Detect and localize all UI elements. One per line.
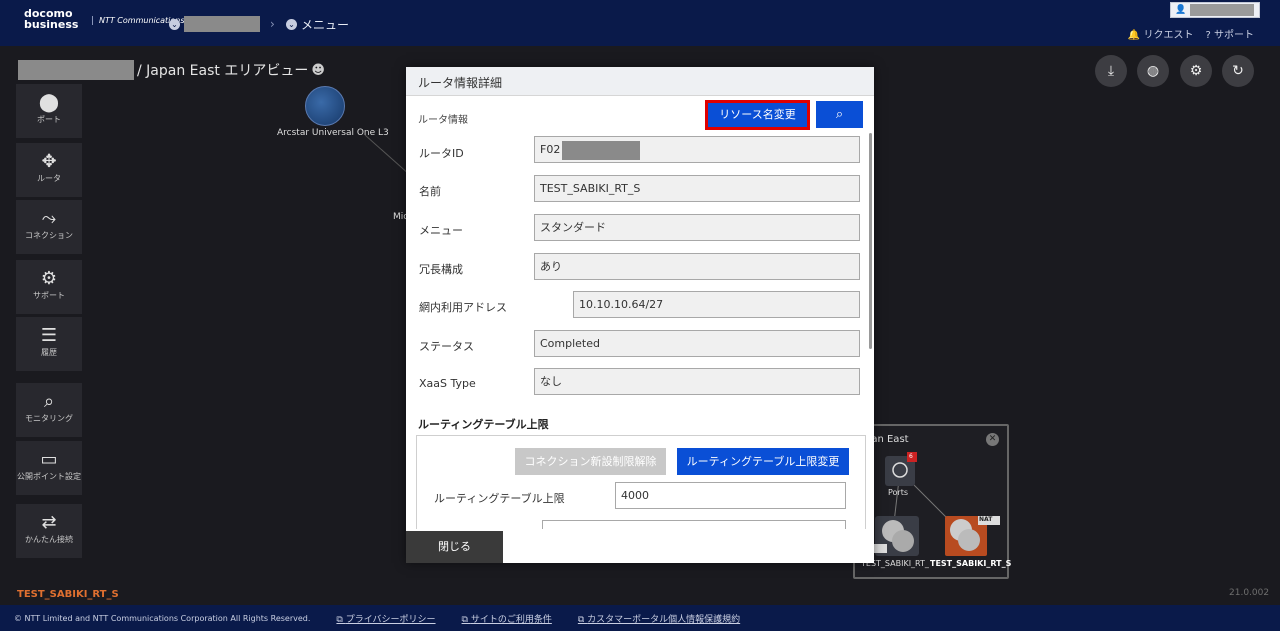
selected-router-label: TEST_SABIKI_RT_S xyxy=(17,589,119,600)
status-field: Completed xyxy=(534,330,860,357)
release-connection-limit-button[interactable]: コネクション新設制限解除 xyxy=(515,448,666,475)
minimap-router-label: TEST_SABIKI_RT_S xyxy=(930,559,1012,568)
dialog-scrollbar[interactable] xyxy=(869,133,872,349)
privacy-policy-link[interactable]: ⧉ プライバシーポリシー xyxy=(336,612,435,625)
monitoring-icon: ⌕ xyxy=(835,107,844,122)
terms-link[interactable]: ⧉ サイトのご利用条件 xyxy=(462,612,552,625)
node-label: Arcstar Universal One L3 xyxy=(277,128,389,138)
change-routing-limit-button[interactable]: ルーティングテーブル上限変更 xyxy=(677,448,849,475)
routing-table-section-title: ルーティングテーブル上限 xyxy=(418,418,549,431)
minimap-ports-label: Ports xyxy=(888,488,909,497)
routing-limit-label: ルーティングテーブル上限 xyxy=(434,492,565,505)
menu-field: スタンダード xyxy=(534,214,860,241)
close-button[interactable]: 閉じる xyxy=(406,531,503,563)
section-label: ルータ情報 xyxy=(418,115,468,126)
redundancy-field: あり xyxy=(534,253,860,280)
next-field[interactable] xyxy=(542,520,846,529)
dialog-title: ルータ情報詳細 xyxy=(406,67,874,96)
masked-router-id xyxy=(562,140,641,160)
minimap-panel[interactable]: pan East ✕ 6 Ports NAT TEST_SABIKI_RT_ T… xyxy=(853,424,1012,579)
arcstar-universal-one-node[interactable] xyxy=(305,86,345,126)
rename-resource-button[interactable]: リソース名変更 xyxy=(705,100,810,130)
dialog-body[interactable]: ルータ情報 リソース名変更 ⌕ ルータID F02 名前 TEST_SABIKI… xyxy=(406,97,874,529)
router-detail-dialog: ルータ情報詳細 ルータ情報 リソース名変更 ⌕ ルータID F02 名前 TES… xyxy=(406,67,874,563)
routing-limit-field[interactable]: 4000 xyxy=(615,482,846,509)
name-field: TEST_SABIKI_RT_S xyxy=(534,175,860,202)
customer-privacy-link[interactable]: ⧉ カスタマーポータル個人情報保護規約 xyxy=(578,612,740,625)
network-address-field: 10.10.10.64/27 xyxy=(573,291,860,318)
xaas-type-field: なし xyxy=(534,368,860,395)
monitoring-button[interactable]: ⌕ xyxy=(816,101,863,128)
footer: © NTT Limited and NTT Communications Cor… xyxy=(0,605,1280,631)
router-id-field: F02 xyxy=(534,136,860,163)
routing-table-panel: コネクション新設制限解除 ルーティングテーブル上限変更 ルーティングテーブル上限… xyxy=(416,435,866,529)
version-label: 21.0.002 xyxy=(1229,588,1270,598)
